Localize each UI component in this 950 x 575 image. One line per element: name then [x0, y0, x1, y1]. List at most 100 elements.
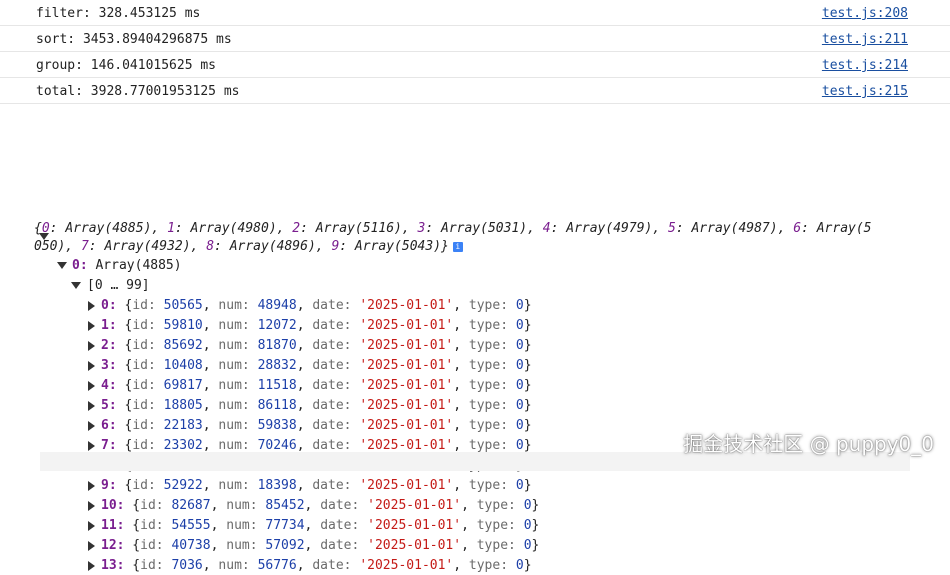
- sep: ,: [202, 438, 219, 453]
- sep: ,: [296, 358, 313, 373]
- console-log-line: filter: 328.453125 ms test.js:208: [0, 0, 950, 26]
- key-date: date:: [312, 318, 360, 333]
- key-date: date:: [312, 558, 360, 573]
- date-value: '2025-01-01': [367, 518, 462, 533]
- array-item-row[interactable]: 0: {id: 50565, num: 48948, date: '2025-0…: [101, 297, 532, 315]
- id-value: 85692: [163, 338, 203, 353]
- sep: ,: [296, 318, 313, 333]
- collapse-triangle-icon[interactable]: [88, 341, 95, 351]
- num-value: 70246: [257, 438, 297, 453]
- id-value: 52922: [163, 478, 203, 493]
- sep: ,: [453, 298, 469, 313]
- array-item-row[interactable]: 5: {id: 18805, num: 86118, date: '2025-0…: [101, 397, 532, 415]
- sep: ,: [296, 298, 313, 313]
- summary-key: 3: [417, 221, 426, 236]
- sep: ,: [453, 358, 469, 373]
- log-message: total: 3928.77001953125 ms: [36, 84, 240, 99]
- type-value: 0: [515, 558, 524, 573]
- key-id: id:: [132, 418, 164, 433]
- sep: ,: [304, 518, 321, 533]
- num-value: 18398: [257, 478, 297, 493]
- brace: }: [523, 478, 532, 493]
- key-type: type:: [468, 418, 516, 433]
- key-date: date:: [312, 378, 360, 393]
- item-index: 0:: [101, 298, 117, 313]
- type-value: 0: [523, 538, 532, 553]
- group-row[interactable]: 0: Array(4885): [72, 257, 182, 275]
- date-value: '2025-01-01': [359, 298, 454, 313]
- sep: ,: [453, 338, 469, 353]
- brace: {: [116, 438, 133, 453]
- info-icon[interactable]: i: [452, 241, 463, 252]
- expand-triangle-icon[interactable]: [57, 262, 67, 269]
- date-value: '2025-01-01': [359, 558, 454, 573]
- sep: ,: [453, 398, 469, 413]
- type-value: 0: [515, 478, 524, 493]
- key-id: id:: [140, 518, 172, 533]
- sep: ,: [304, 538, 321, 553]
- item-index: 13:: [101, 558, 125, 573]
- array-item-row[interactable]: 13: {id: 7036, num: 56776, date: '2025-0…: [101, 557, 532, 575]
- console-log-line: sort: 3453.89404296875 ms test.js:211: [0, 26, 950, 52]
- collapse-triangle-icon[interactable]: [88, 321, 95, 331]
- id-value: 50565: [163, 298, 203, 313]
- date-value: '2025-01-01': [359, 358, 454, 373]
- array-item-row[interactable]: 10: {id: 82687, num: 85452, date: '2025-…: [101, 497, 539, 515]
- collapse-triangle-icon[interactable]: [88, 361, 95, 371]
- summary-key: 1: [167, 221, 175, 236]
- collapse-triangle-icon[interactable]: [88, 421, 95, 431]
- array-item-row[interactable]: 3: {id: 10408, num: 28832, date: '2025-0…: [101, 357, 532, 375]
- expand-triangle-icon[interactable]: [71, 282, 81, 289]
- brace: {: [116, 318, 133, 333]
- array-item-row[interactable]: 11: {id: 54555, num: 77734, date: '2025-…: [101, 517, 539, 535]
- range-row[interactable]: [0 … 99]: [87, 277, 150, 295]
- collapse-triangle-icon[interactable]: [88, 381, 95, 391]
- source-link[interactable]: test.js:208: [822, 6, 908, 21]
- sep: ,: [202, 378, 219, 393]
- num-value: 85452: [265, 498, 305, 513]
- collapse-triangle-icon[interactable]: [88, 501, 95, 511]
- collapse-triangle-icon[interactable]: [88, 561, 95, 571]
- array-item-row[interactable]: 4: {id: 69817, num: 11518, date: '2025-0…: [101, 377, 532, 395]
- key-num: num:: [226, 538, 266, 553]
- item-index: 5:: [101, 398, 117, 413]
- sep: ,: [202, 338, 219, 353]
- source-link[interactable]: test.js:214: [822, 58, 908, 73]
- type-value: 0: [515, 318, 524, 333]
- collapse-triangle-icon[interactable]: [88, 401, 95, 411]
- key-date: date:: [320, 498, 368, 513]
- summary-key: 6: [793, 221, 802, 236]
- collapse-triangle-icon[interactable]: [88, 481, 95, 491]
- brace: {: [116, 418, 133, 433]
- type-value: 0: [523, 498, 532, 513]
- sep: ,: [202, 398, 219, 413]
- key-num: num:: [218, 338, 258, 353]
- item-index: 4:: [101, 378, 117, 393]
- brace: {: [124, 498, 141, 513]
- id-value: 54555: [171, 518, 211, 533]
- array-item-row[interactable]: 9: {id: 52922, num: 18398, date: '2025-0…: [101, 477, 532, 495]
- type-value: 0: [515, 418, 524, 433]
- sep: ,: [453, 378, 469, 393]
- type-value: 0: [523, 518, 532, 533]
- sep: ,: [296, 478, 313, 493]
- brace: {: [124, 558, 141, 573]
- collapse-triangle-icon[interactable]: [88, 301, 95, 311]
- collapse-triangle-icon[interactable]: [88, 541, 95, 551]
- object-summary[interactable]: {0: Array(4885), 1: Array(4980), 2: Arra…: [34, 220, 924, 256]
- collapse-triangle-icon[interactable]: [88, 521, 95, 531]
- sep: ,: [202, 478, 219, 493]
- item-index: 3:: [101, 358, 117, 373]
- array-item-row[interactable]: 2: {id: 85692, num: 81870, date: '2025-0…: [101, 337, 532, 355]
- array-item-row[interactable]: 12: {id: 40738, num: 57092, date: '2025-…: [101, 537, 539, 555]
- array-item-row[interactable]: 6: {id: 22183, num: 59838, date: '2025-0…: [101, 417, 532, 435]
- source-link[interactable]: test.js:215: [822, 84, 908, 99]
- source-link[interactable]: test.js:211: [822, 32, 908, 47]
- sep: ,: [453, 438, 469, 453]
- date-value: '2025-01-01': [359, 378, 454, 393]
- array-item-row[interactable]: 1: {id: 59810, num: 12072, date: '2025-0…: [101, 317, 532, 335]
- summary-line: {0: Array(4885), 1: Array(4980), 2: Arra…: [34, 221, 872, 236]
- collapse-triangle-icon[interactable]: [88, 441, 95, 451]
- date-value: '2025-01-01': [359, 338, 454, 353]
- brace: }: [523, 298, 532, 313]
